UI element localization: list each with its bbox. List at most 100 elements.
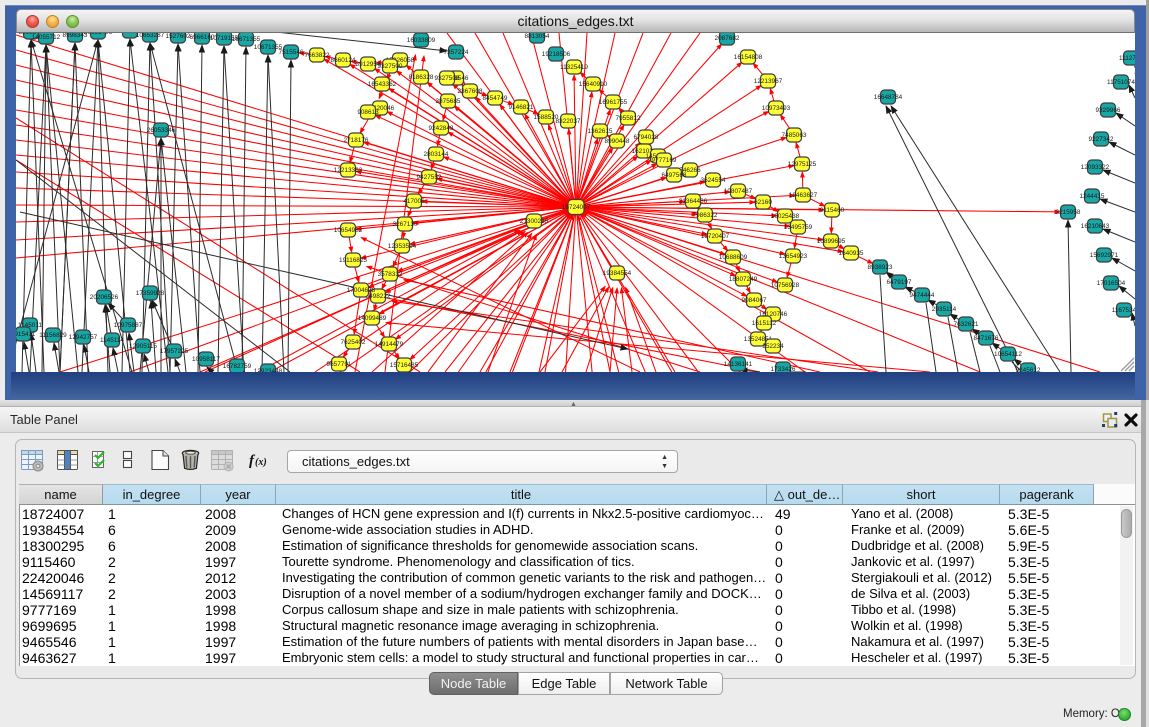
svg-text:8938923: 8938923 — [868, 264, 893, 271]
svg-text:14055712: 14055712 — [32, 34, 61, 41]
svg-text:9329966: 9329966 — [1096, 107, 1121, 114]
svg-text:26053346: 26053346 — [147, 127, 176, 134]
svg-text:16671355: 16671355 — [232, 36, 261, 43]
svg-text:3215958: 3215958 — [1056, 209, 1081, 216]
svg-text:1112747: 1112747 — [1119, 55, 1135, 62]
svg-text:2367608: 2367608 — [458, 88, 483, 95]
svg-text:17004678: 17004678 — [347, 287, 376, 294]
svg-text:11325419: 11325419 — [560, 64, 588, 71]
svg-text:417006: 417006 — [403, 198, 425, 205]
svg-text:13495759: 13495759 — [784, 224, 813, 231]
svg-text:13654923: 13654923 — [779, 253, 808, 260]
svg-text:7515546: 7515546 — [279, 49, 304, 56]
svg-text:9242848: 9242848 — [429, 125, 454, 132]
svg-text:12353594: 12353594 — [388, 243, 417, 250]
svg-text:3578332: 3578332 — [378, 271, 403, 278]
svg-text:3267130: 3267130 — [393, 221, 418, 228]
svg-text:12213967: 12213967 — [754, 78, 783, 85]
svg-text:2935114: 2935114 — [932, 306, 957, 313]
svg-text:8912954: 8912954 — [356, 61, 381, 68]
svg-text:9427552: 9427552 — [417, 174, 442, 181]
svg-text:9327508: 9327508 — [435, 75, 460, 82]
svg-text:15716485: 15716485 — [390, 362, 419, 369]
svg-text:20206526: 20206526 — [90, 294, 119, 301]
svg-text:8454749: 8454749 — [483, 95, 508, 102]
svg-text:1640935: 1640935 — [839, 250, 864, 257]
svg-text:(x): (x) — [255, 457, 267, 468]
svg-text:14914479: 14914479 — [375, 341, 404, 348]
svg-text:10025438: 10025438 — [771, 213, 800, 220]
svg-text:15640910: 15640910 — [579, 81, 608, 88]
svg-text:10958117: 10958117 — [192, 356, 220, 363]
svg-text:8990448: 8990448 — [605, 138, 630, 145]
svg-text:12923448: 12923448 — [254, 368, 283, 372]
svg-text:16154808: 16154808 — [734, 54, 763, 61]
svg-text:11751074: 11751074 — [1107, 79, 1135, 86]
svg-text:9657791: 9657791 — [327, 361, 352, 368]
svg-text:17957225: 17957225 — [160, 348, 189, 355]
svg-text:21300235: 21300235 — [520, 218, 549, 225]
svg-text:12213363: 12213363 — [334, 167, 363, 174]
svg-text:12905115: 12905115 — [129, 343, 157, 350]
svg-text:19116825: 19116825 — [339, 257, 367, 264]
svg-text:9227342: 9227342 — [1089, 136, 1114, 143]
svg-text:16961755: 16961755 — [599, 99, 628, 106]
svg-text:3875685: 3875685 — [436, 98, 461, 105]
svg-text:10653287: 10653287 — [136, 33, 165, 39]
svg-text:16648784: 16648784 — [874, 94, 903, 101]
svg-text:11156829: 11156829 — [39, 332, 67, 339]
svg-text:15720407: 15720407 — [701, 233, 730, 240]
svg-text:9777169: 9777169 — [652, 157, 677, 164]
svg-text:16543362: 16543362 — [368, 81, 397, 88]
svg-text:15692971: 15692971 — [1090, 252, 1119, 259]
svg-text:10807487: 10807487 — [724, 188, 753, 195]
svg-text:10756928: 10756928 — [771, 282, 800, 289]
svg-text:16210643: 16210643 — [1081, 223, 1110, 230]
svg-text:9327500: 9327500 — [378, 63, 403, 70]
svg-text:19218506: 19218506 — [542, 51, 571, 58]
svg-text:1362615: 1362615 — [588, 128, 613, 135]
svg-text:16782759: 16782759 — [223, 363, 252, 370]
svg-text:18807249: 18807249 — [729, 276, 758, 283]
svg-text:3624554: 3624554 — [701, 177, 726, 184]
svg-text:12975125: 12975125 — [788, 161, 817, 168]
svg-text:10688609: 10688609 — [719, 254, 748, 261]
svg-text:1527602: 1527602 — [166, 33, 191, 40]
svg-text:9146821: 9146821 — [509, 104, 534, 111]
svg-text:14099489: 14099489 — [358, 315, 387, 322]
svg-text:14136141: 14136141 — [724, 361, 753, 368]
svg-text:2803144: 2803144 — [424, 151, 449, 158]
svg-text:7632621: 7632621 — [954, 321, 979, 328]
svg-text:6479197: 6479197 — [887, 279, 912, 286]
svg-text:1167534: 1167534 — [1112, 307, 1135, 314]
svg-text:8186328: 8186328 — [409, 74, 434, 81]
svg-text:12942757: 12942757 — [69, 334, 98, 341]
svg-text:908613: 908613 — [357, 109, 379, 116]
svg-text:16033809: 16033809 — [407, 37, 436, 44]
svg-text:18463627: 18463627 — [789, 192, 818, 199]
svg-text:7357224: 7357224 — [444, 49, 469, 56]
svg-text:10973493: 10973493 — [762, 105, 791, 112]
svg-text:7663822: 7663822 — [305, 52, 330, 59]
svg-text:62160: 62160 — [754, 199, 772, 206]
svg-text:8471676: 8471676 — [974, 335, 999, 342]
svg-text:9245612: 9245612 — [1016, 367, 1041, 372]
svg-text:1244415: 1244415 — [1080, 193, 1105, 200]
svg-text:10654982: 10654982 — [334, 227, 363, 234]
svg-text:17016504: 17016504 — [1097, 280, 1126, 287]
svg-text:8813054: 8813054 — [525, 33, 550, 40]
svg-text:17359928: 17359928 — [136, 290, 165, 297]
svg-text:6497568: 6497568 — [662, 172, 687, 179]
svg-text:21364436: 21364436 — [679, 198, 708, 205]
svg-text:6794028: 6794028 — [634, 134, 659, 141]
svg-text:2718176: 2718176 — [344, 137, 369, 144]
svg-text:8322037: 8322037 — [556, 118, 581, 125]
svg-text:7625402: 7625402 — [341, 339, 366, 346]
svg-text:3915411: 3915411 — [16, 331, 36, 338]
svg-text:9474444: 9474444 — [910, 292, 935, 299]
svg-text:1615112: 1615112 — [752, 320, 777, 327]
svg-text:7955812: 7955812 — [616, 115, 641, 122]
svg-text:8660124: 8660124 — [331, 57, 356, 64]
svg-text:7986322: 7986322 — [693, 212, 718, 219]
svg-text:10899695: 10899695 — [817, 238, 846, 245]
